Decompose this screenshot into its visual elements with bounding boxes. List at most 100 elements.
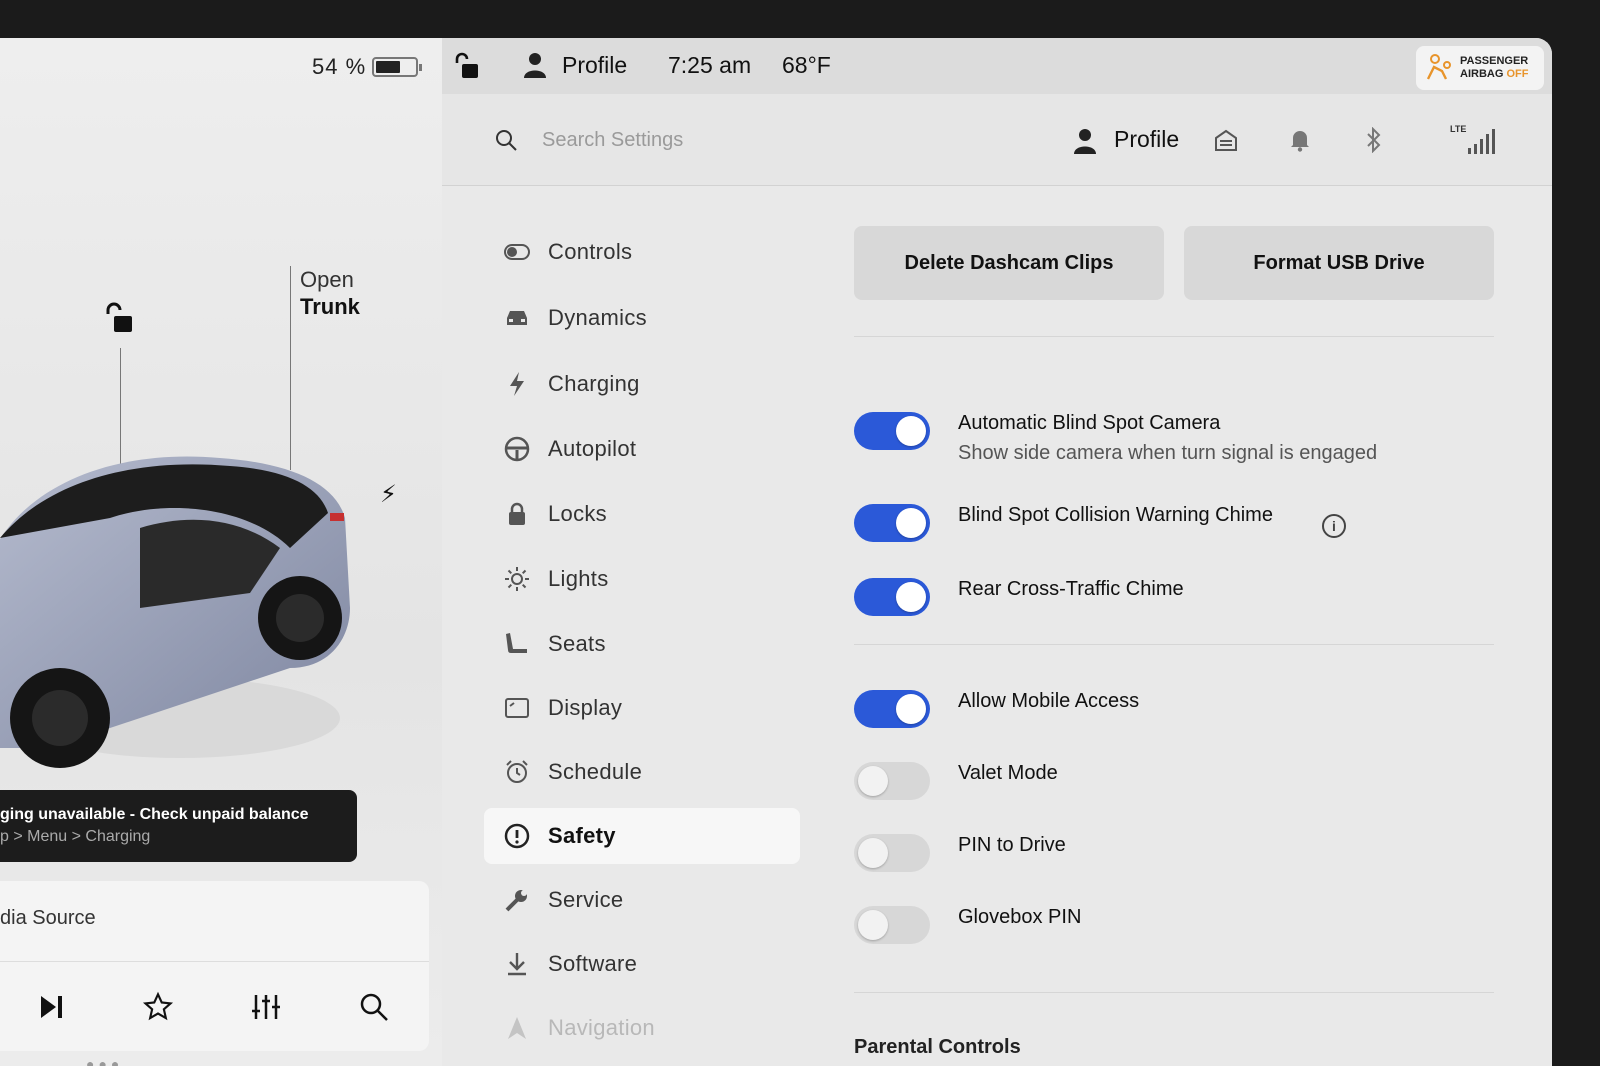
garage-icon [1215, 129, 1237, 151]
media-player: dia Source [0, 881, 429, 1051]
section-divider [854, 992, 1494, 993]
equalizer-button[interactable] [248, 989, 284, 1025]
pin-to-drive-toggle[interactable] [854, 834, 930, 872]
open-trunk-label: Open [300, 267, 354, 292]
bolt-icon [502, 369, 532, 399]
airbag-icon [1426, 54, 1451, 80]
equalizer-icon [252, 995, 280, 1019]
setting-title: Automatic Blind Spot Camera [958, 412, 1221, 434]
outside-temperature: 68°F [782, 52, 831, 78]
download-icon [502, 949, 532, 979]
star-icon [142, 991, 174, 1021]
search-settings-input[interactable] [542, 124, 942, 156]
blind-spot-warning-chime-toggle[interactable] [854, 504, 930, 542]
delete-dashcam-clips-button[interactable]: Delete Dashcam Clips [854, 226, 1164, 300]
notifications-button[interactable] [1284, 124, 1316, 156]
airbag-label-line1: PASSENGER [1460, 55, 1529, 67]
sidebar-item-label: Navigation [548, 1015, 655, 1040]
sidebar-item-label: Dynamics [548, 305, 647, 330]
trunk-label: Trunk [300, 294, 360, 319]
parental-controls-heading: Parental Controls [854, 1036, 1021, 1058]
safety-settings-panel: Delete Dashcam Clips Format USB Drive Au… [802, 186, 1552, 1066]
profile-icon [1074, 129, 1096, 154]
lock-icon [502, 499, 532, 529]
alarm-clock-icon [502, 757, 532, 787]
sidebar-item-software[interactable]: Software [484, 936, 800, 992]
car-image [0, 456, 350, 768]
media-source-label[interactable]: dia Source [0, 907, 96, 930]
sidebar-item-label: Software [548, 951, 638, 976]
clock: 7:25 am [668, 52, 752, 78]
sun-icon [502, 564, 532, 594]
airbag-label-line2: AIRBAG [1460, 68, 1504, 80]
rear-cross-traffic-chime-toggle[interactable] [854, 578, 930, 616]
setting-title: Valet Mode [958, 762, 1058, 784]
sidebar-item-navigation[interactable]: Navigation [484, 1000, 800, 1056]
sidebar-item-dynamics[interactable]: Dynamics [484, 290, 800, 346]
allow-mobile-access-toggle[interactable] [854, 690, 930, 728]
homelink-button[interactable] [1210, 124, 1242, 156]
search-icon [496, 130, 517, 151]
charge-port-bolt-icon[interactable]: ⚡ [380, 480, 397, 509]
sidebar-item-label: Safety [548, 823, 616, 848]
wrench-icon [502, 885, 532, 915]
sidebar-item-controls[interactable]: Controls [484, 224, 800, 280]
section-divider [854, 336, 1494, 337]
sidebar-item-seats[interactable]: Seats [484, 616, 800, 672]
page-indicator: ●●● [86, 1056, 124, 1066]
search-icon [360, 993, 388, 1021]
sidebar-item-label: Seats [548, 631, 606, 656]
sidebar-item-lights[interactable]: Lights [484, 551, 800, 607]
sidebar-item-safety[interactable]: Safety [484, 808, 800, 864]
media-search-button[interactable] [356, 989, 392, 1025]
auto-blind-spot-camera-toggle[interactable] [854, 412, 930, 450]
glovebox-pin-toggle[interactable] [854, 906, 930, 944]
valet-mode-toggle[interactable] [854, 762, 930, 800]
next-track-button[interactable] [34, 989, 70, 1025]
status-bar: Profile 7:25 am 68°F PASSENGER AIRBAG OF… [442, 38, 1552, 94]
airbag-text: PASSENGER AIRBAG OFF [1460, 55, 1528, 81]
settings-header: Profile LTE [442, 94, 1552, 186]
sidebar-item-label: Lights [548, 566, 609, 591]
info-icon[interactable]: i [1322, 514, 1346, 538]
vehicle-screen: 54 % Open Trunk ⚡ ging unavailable - Che… [0, 38, 1552, 1066]
passenger-airbag-status: PASSENGER AIRBAG OFF [1416, 46, 1544, 90]
favorite-button[interactable] [140, 989, 176, 1025]
battery-percentage: 54 % [312, 54, 367, 79]
next-track-icon [41, 996, 62, 1018]
section-divider [854, 644, 1494, 645]
status-profile-label[interactable]: Profile [562, 52, 627, 79]
sidebar-item-label: Display [548, 695, 623, 720]
format-usb-drive-button[interactable]: Format USB Drive [1184, 226, 1494, 300]
unlock-icon[interactable] [454, 52, 480, 80]
sidebar-item-schedule[interactable]: Schedule [484, 744, 800, 800]
profile-icon [524, 53, 546, 78]
sidebar-item-label: Autopilot [548, 436, 637, 461]
charging-alert-banner[interactable]: ging unavailable - Check unpaid balance … [0, 790, 357, 862]
cellular-signal-icon [1468, 129, 1495, 154]
setting-title: Allow Mobile Access [958, 690, 1140, 712]
navigation-icon [502, 1013, 532, 1043]
sidebar-item-service[interactable]: Service [484, 872, 800, 928]
lte-label: LTE [1450, 124, 1467, 134]
display-icon [502, 693, 532, 723]
car-unlock-icon[interactable] [104, 302, 134, 334]
car-icon [502, 303, 532, 333]
sidebar-item-charging[interactable]: Charging [484, 356, 800, 412]
airbag-state: OFF [1506, 68, 1529, 80]
setting-subtitle: Show side camera when turn signal is eng… [958, 442, 1378, 464]
media-divider [0, 961, 429, 962]
sidebar-item-autopilot[interactable]: Autopilot [484, 421, 800, 477]
sidebar-item-label: Locks [548, 501, 607, 526]
bluetooth-button[interactable] [1358, 124, 1390, 156]
setting-title: Blind Spot Collision Warning Chime [958, 504, 1273, 526]
battery-icon [372, 57, 422, 77]
setting-title: Rear Cross-Traffic Chime [958, 578, 1184, 600]
setting-title: Glovebox PIN [958, 906, 1082, 928]
profile-button[interactable]: Profile [1114, 126, 1179, 153]
sidebar-item-display[interactable]: Display [484, 680, 800, 736]
open-trunk-button[interactable]: Open Trunk [300, 266, 360, 320]
sidebar-item-locks[interactable]: Locks [484, 486, 800, 542]
bluetooth-icon [1367, 127, 1381, 153]
sidebar-item-label: Service [548, 887, 624, 912]
